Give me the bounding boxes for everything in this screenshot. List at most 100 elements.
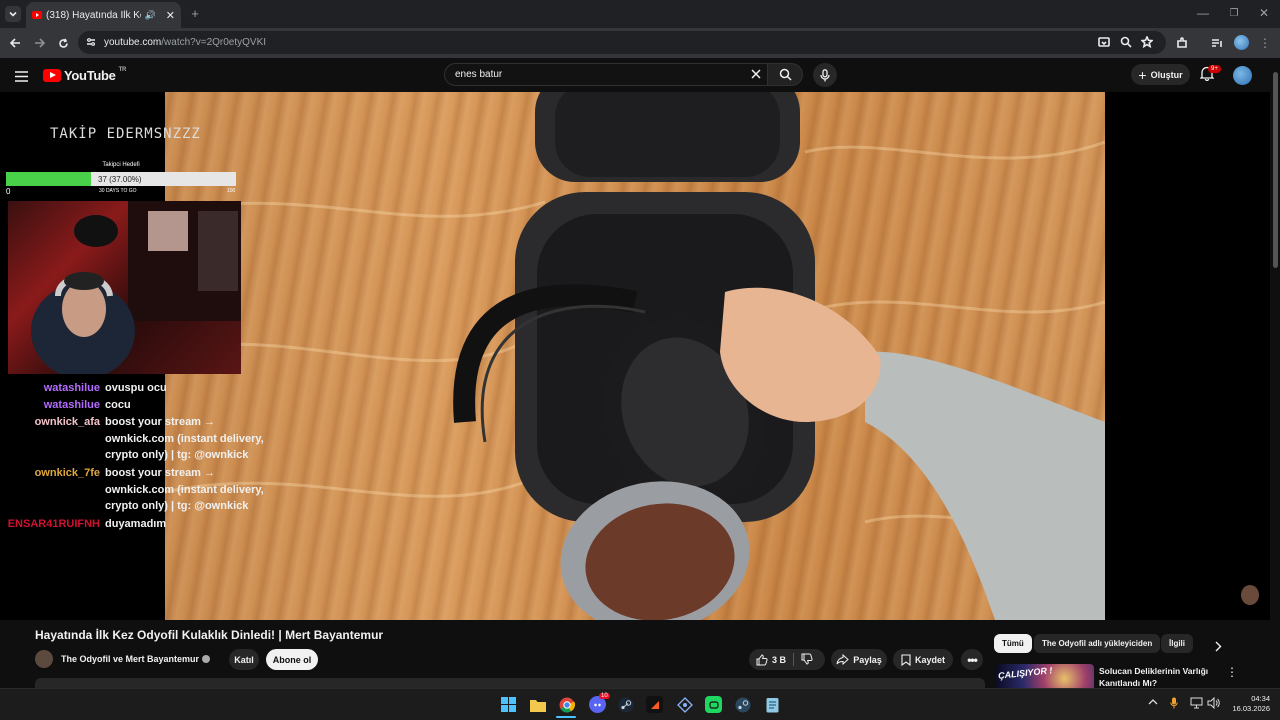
browser-tab[interactable]: (318) Hayatında İlk Kez Odyofil Kulaklık…	[26, 2, 181, 28]
streaming-app-icon[interactable]	[646, 696, 663, 713]
page-scrollbar-thumb[interactable]	[1273, 72, 1278, 268]
like-divider	[793, 653, 794, 666]
save-label: Kaydet	[914, 654, 945, 665]
hamburger-menu-icon[interactable]	[15, 69, 28, 87]
youtube-logo[interactable]: YouTube TR	[43, 67, 126, 83]
more-actions-button[interactable]: •••	[961, 649, 983, 670]
chat-username: watashilue	[43, 382, 100, 394]
youtube-header: YouTube TR enes batur + Oluştur	[0, 58, 1280, 92]
create-button[interactable]: + Oluştur	[1131, 64, 1190, 85]
chrome-menu-icon[interactable]: ⋮	[1258, 35, 1272, 51]
address-bar[interactable]: youtube.com/watch?v=2Qr0etyQVKI	[78, 31, 1166, 54]
window-close-icon[interactable]: ✕	[1256, 6, 1272, 20]
url-path: /watch?v=2Qr0etyQVKI	[161, 37, 267, 48]
chip-from-uploader[interactable]: The Odyofil adlı yükleyiciden	[1034, 634, 1161, 653]
chat-text: boost your stream → ownkick.com (instant…	[105, 416, 264, 461]
account-avatar[interactable]	[1233, 66, 1252, 85]
clear-search-icon[interactable]	[751, 69, 761, 82]
chat-text: ovuspu ocu	[105, 382, 167, 394]
windows-start-icon[interactable]	[500, 696, 517, 713]
create-label: Oluştur	[1150, 69, 1183, 80]
forward-icon[interactable]	[32, 36, 46, 50]
channel-watermark[interactable]	[1241, 585, 1259, 605]
search-input[interactable]: enes batur	[444, 63, 768, 86]
back-icon[interactable]	[8, 36, 22, 50]
verified-icon	[202, 655, 211, 663]
clock-date: 16.03.2026	[1232, 704, 1270, 713]
voice-search-button[interactable]	[813, 63, 837, 87]
youtube-play-icon	[43, 69, 61, 82]
search-icon	[779, 68, 792, 81]
save-button[interactable]: Kaydet	[893, 649, 953, 670]
share-label: Paylaş	[853, 654, 882, 665]
youtube-logo-text: YouTube	[64, 68, 116, 83]
show-hidden-icons-icon[interactable]	[1148, 698, 1158, 709]
zoom-icon[interactable]	[1120, 36, 1132, 51]
chat-text: duyamadım	[105, 518, 167, 530]
notepad-icon[interactable]	[764, 696, 781, 713]
network-app-icon[interactable]	[676, 696, 693, 713]
like-dislike-group: 3 B	[749, 649, 825, 670]
video-frame[interactable]	[165, 92, 1105, 620]
share-button[interactable]: Paylaş	[831, 649, 887, 670]
channel-name[interactable]: The Odyofil ve Mert Bayantemur	[61, 654, 211, 664]
taskbar-clock[interactable]: 04:34 16.03.2026	[1226, 694, 1270, 714]
thumbs-down-icon	[801, 653, 813, 665]
chips-next-icon[interactable]	[1214, 639, 1222, 657]
browser-tab-strip: (318) Hayatında İlk Kez Odyofil Kulaklık…	[0, 0, 1280, 28]
audio-playing-icon[interactable]: 🔊	[145, 10, 156, 21]
xbox-app-icon[interactable]	[705, 696, 722, 713]
browser-toolbar: youtube.com/watch?v=2Qr0etyQVKI ⋮	[0, 28, 1280, 58]
media-controls-icon[interactable]	[1210, 36, 1224, 50]
follower-goal-min: 0	[6, 187, 11, 196]
follower-goal-max: 100	[227, 188, 236, 194]
reload-icon[interactable]	[56, 36, 70, 50]
active-app-indicator	[556, 716, 576, 718]
minimize-icon[interactable]: —	[1195, 6, 1211, 20]
subscribe-button[interactable]: Abone ol	[266, 649, 318, 670]
channel-avatar[interactable]	[35, 650, 53, 668]
like-button[interactable]: 3 B	[756, 653, 786, 666]
bookmark-icon	[901, 653, 911, 666]
clock-time: 04:34	[1251, 694, 1270, 703]
follower-goal-label: Takipci Hedefi	[102, 162, 140, 168]
site-info-icon[interactable]	[86, 37, 96, 50]
tab-title: (318) Hayatında İlk Kez Odyofil Kulaklık…	[46, 9, 141, 21]
tab-close-icon[interactable]: ✕	[166, 9, 175, 22]
dislike-button[interactable]	[801, 653, 813, 667]
follower-goal-remaining: 30 DAYS TO GO	[99, 188, 137, 194]
notifications-badge: 9+	[1208, 65, 1221, 73]
channel-name-text: The Odyofil ve Mert Bayantemur	[61, 654, 200, 664]
chat-username: watashilue	[43, 399, 100, 411]
extensions-icon[interactable]	[1175, 36, 1189, 50]
chat-username: ENSAR41RUIFNH	[7, 518, 100, 530]
file-explorer-icon[interactable]	[529, 696, 546, 713]
network-tray-icon[interactable]	[1190, 697, 1203, 712]
volume-tray-icon[interactable]	[1207, 696, 1220, 712]
url-host: youtube.com	[104, 37, 162, 48]
video-content-image	[165, 92, 1105, 620]
webcam-image	[31, 201, 241, 374]
description-box[interactable]	[35, 678, 985, 688]
steam-icon[interactable]	[617, 696, 634, 713]
chrome-icon[interactable]	[558, 696, 575, 713]
recommended-menu-icon[interactable]: ⋮	[1226, 665, 1238, 679]
recommended-video-title[interactable]: Solucan Deliklerinin Varlığı Kanıtlandı …	[1099, 665, 1219, 689]
follower-goal-fill	[6, 172, 92, 186]
search-button[interactable]	[767, 63, 803, 86]
profile-avatar[interactable]	[1234, 35, 1249, 50]
new-tab-icon[interactable]: +	[188, 6, 202, 21]
steam-secondary-icon[interactable]	[734, 696, 751, 713]
recommended-video-thumbnail[interactable]: ÇALIŞIYOR !	[996, 664, 1094, 688]
maximize-icon[interactable]: ❐	[1226, 6, 1242, 20]
thumbnail-text: ÇALIŞIYOR !	[997, 665, 1053, 681]
microphone-tray-icon[interactable]	[1170, 697, 1178, 712]
bookmark-star-icon[interactable]	[1140, 35, 1154, 51]
join-button[interactable]: Katıl	[229, 649, 259, 670]
youtube-favicon-icon	[32, 11, 42, 19]
cast-icon[interactable]	[1098, 36, 1110, 51]
chat-text: cocu	[105, 399, 131, 411]
tab-search-icon[interactable]	[5, 6, 21, 22]
chip-related[interactable]: İlgili	[1161, 634, 1193, 653]
chip-all[interactable]: Tümü	[994, 634, 1032, 653]
